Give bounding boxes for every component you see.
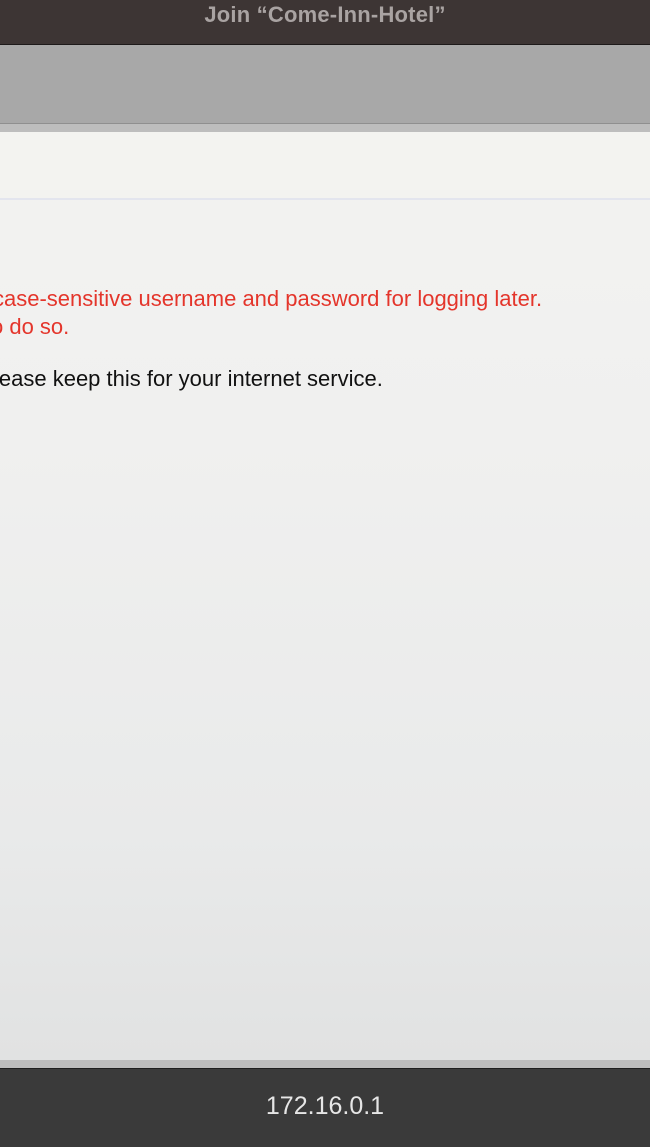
web-content-frame: case-sensitive username and password for… [0,124,650,1068]
server-address: 172.16.0.1 [265,1091,385,1120]
toolbar [0,45,650,124]
captive-portal-page[interactable]: case-sensitive username and password for… [0,132,650,1060]
window-titlebar: Join “Come-Inn-Hotel” [0,0,650,45]
warning-text-line-2: o do so. [0,314,70,339]
page-header [0,132,650,200]
warning-text-line-1: case-sensitive username and password for… [0,286,543,311]
info-text: lease keep this for your internet servic… [0,366,383,391]
window-title: Join “Come-Inn-Hotel” [204,2,446,27]
status-bar: 172.16.0.1 [0,1068,650,1147]
